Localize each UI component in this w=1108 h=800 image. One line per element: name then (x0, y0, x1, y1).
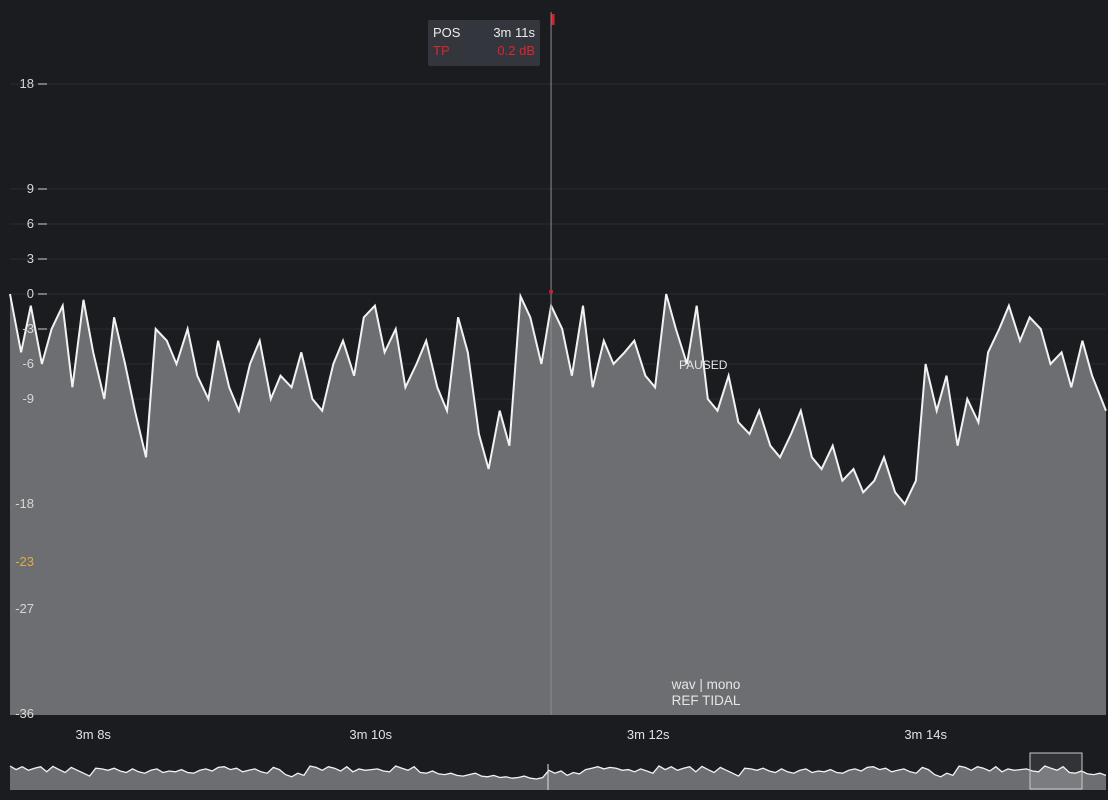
paused-status: PAUSED (679, 358, 728, 372)
peak-marker (549, 289, 554, 294)
y-tick-label: -36 (15, 706, 34, 721)
y-tick-label: -18 (15, 496, 34, 511)
x-tick-label: 3m 8s (75, 727, 111, 742)
x-tick-label: 3m 14s (904, 727, 947, 742)
y-tick-label: -6 (22, 356, 34, 371)
y-tick-label: 18 (19, 76, 34, 91)
y-tick-label: 9 (26, 181, 34, 196)
pos-value: 3m 11s (493, 25, 535, 40)
pos-label: POS (433, 25, 461, 40)
playhead-marker (551, 14, 555, 25)
position-tooltip: POS 3m 11s TP 0.2 dB (428, 20, 540, 66)
y-tick-label: 6 (26, 216, 34, 231)
y-tick-label: 0 (26, 286, 34, 301)
x-tick-label: 3m 10s (349, 727, 393, 742)
file-info: wav | mono REF TIDAL (672, 677, 741, 709)
y-tick-label: -27 (15, 601, 34, 616)
y-tick-label: 3 (26, 251, 34, 266)
reference-label: REF TIDAL (671, 693, 741, 708)
overview-area (10, 766, 1106, 790)
overview-timeline[interactable] (0, 746, 1108, 800)
overview-viewport-handle[interactable] (1029, 752, 1083, 790)
y-tick-label: -3 (22, 321, 34, 336)
x-tick-label: 3m 12s (626, 727, 670, 742)
true-peak-value: 0.2 dB (497, 43, 535, 58)
true-peak-label: TP (433, 43, 450, 58)
y-tick-label: -9 (22, 391, 34, 406)
y-tick-label: -23 (15, 554, 34, 569)
loudness-plot[interactable] (0, 0, 1108, 716)
format-label: wav | mono (671, 677, 741, 692)
